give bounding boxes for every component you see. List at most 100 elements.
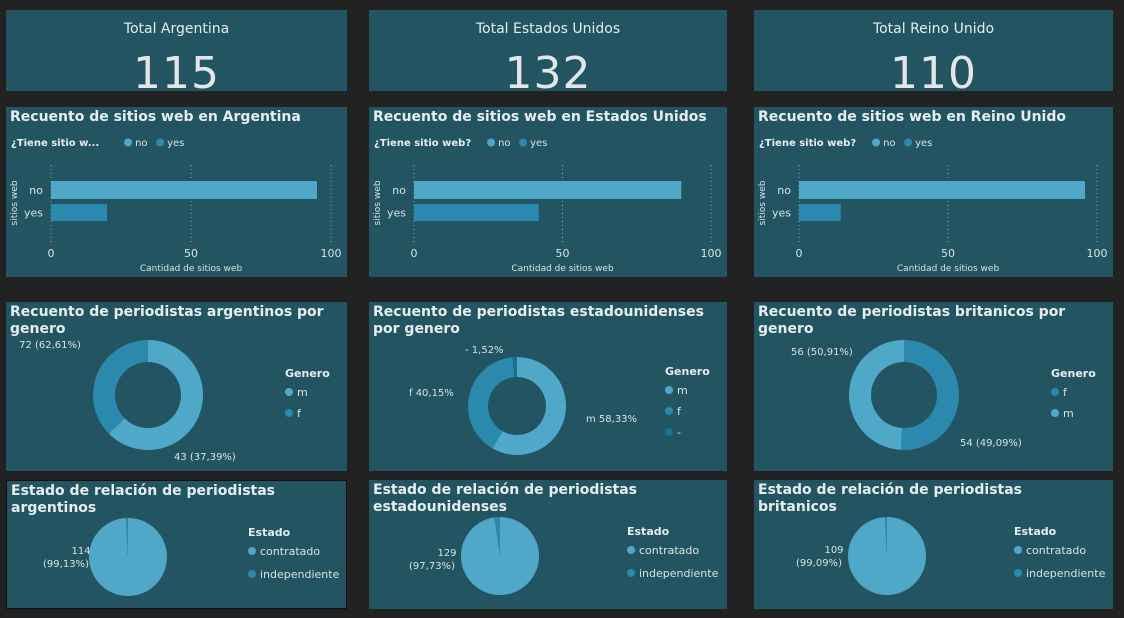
- data-label-f: f 40,15%: [409, 388, 454, 399]
- legend-marker-yes: [519, 138, 528, 147]
- legend-label-contratado: contratado: [639, 544, 699, 557]
- bar-chart-argentina[interactable]: Recuento de sitios web en Argentina ¿Tien…: [6, 107, 347, 277]
- pie-slice-contratado: [89, 518, 168, 596]
- legend-title: ¿Tiene sitio web?: [374, 138, 471, 149]
- legend-label-yes: yes: [530, 138, 547, 149]
- data-label-percent: (99,09%): [796, 558, 842, 569]
- data-label-m: 54 (49,09%): [960, 438, 1022, 449]
- legend-marker-contratado: [248, 547, 256, 555]
- data-label-value: 109: [824, 545, 843, 556]
- legend-title: Estado: [1014, 525, 1057, 538]
- legend-marker-contratado: [627, 546, 635, 554]
- x-tick-label: 0: [411, 247, 418, 260]
- x-tick-label: 100: [701, 247, 722, 260]
- legend-label-yes: yes: [167, 138, 184, 149]
- x-tick-label: 50: [184, 247, 198, 260]
- pie-chart-argentina[interactable]: Estado de relación de periodistas argent…: [6, 480, 347, 609]
- bar-chart-estados-unidos[interactable]: Recuento de sitios web en Estados Unidos…: [369, 107, 727, 277]
- kpi-title: Total Argentina: [123, 21, 230, 37]
- kpi-value: 110: [890, 48, 977, 91]
- legend-label-f: f: [297, 407, 302, 420]
- bar-yes: [414, 204, 539, 221]
- legend-title: Estado: [627, 525, 670, 538]
- data-label-blank: - 1,52%: [465, 345, 504, 356]
- y-tick-label: no: [29, 184, 43, 197]
- chart-svg: 129 (97,73%) Estado contratado independiente: [409, 517, 719, 595]
- kpi-value: 115: [133, 48, 220, 91]
- legend-marker-m: [665, 386, 673, 394]
- kpi-card-argentina[interactable]: Total Argentina 115: [6, 10, 347, 91]
- legend-label-independiente: independiente: [639, 567, 719, 580]
- legend-marker-no: [487, 138, 496, 147]
- chart-svg: m 58,33% f 40,15% - 1,52% Genero mf -: [409, 345, 710, 455]
- data-label-m: 72 (62,61%): [19, 340, 81, 351]
- legend-marker-blank: [665, 428, 673, 436]
- legend-label-independiente: independiente: [1026, 567, 1106, 580]
- data-label-f: 56 (50,91%): [791, 347, 853, 358]
- legend-label-yes: yes: [915, 138, 932, 149]
- donut-chart-argentina[interactable]: Recuento de periodistas argentinos por g…: [6, 302, 347, 471]
- legend-marker-f: [665, 407, 673, 415]
- y-tick-label: yes: [387, 207, 406, 220]
- bar-yes: [51, 204, 107, 221]
- pie-slice-m: [849, 340, 904, 450]
- x-tick-label: 0: [48, 247, 55, 260]
- y-tick-label: no: [777, 184, 791, 197]
- legend-label-no: no: [498, 138, 510, 149]
- y-axis-title: sitios web: [10, 180, 20, 225]
- x-tick-label: 50: [941, 247, 955, 260]
- bar-chart-reino-unido[interactable]: Recuento de sitios web en Reino Unido ¿Ti…: [754, 107, 1113, 277]
- y-tick-label: yes: [24, 207, 43, 220]
- pie-chart-reino-unido[interactable]: Estado de relación de periodistas britan…: [754, 480, 1113, 609]
- y-tick-label: no: [392, 184, 406, 197]
- bar-no: [799, 181, 1086, 199]
- legend-marker-no: [872, 138, 881, 147]
- data-label-f: 43 (37,39%): [174, 452, 236, 463]
- kpi-title: Total Reino Unido: [872, 21, 995, 37]
- legend-label-blank: -: [677, 426, 681, 439]
- legend-marker-independiente: [1014, 569, 1022, 577]
- legend-label-independiente: independiente: [260, 568, 340, 581]
- legend-marker-m: [1051, 409, 1059, 417]
- y-axis-title: sitios web: [758, 180, 768, 225]
- bar-no: [414, 181, 682, 199]
- legend-label-no: no: [135, 138, 147, 149]
- legend-title: Genero: [665, 365, 710, 378]
- legend-label-m: m: [297, 386, 308, 399]
- chart-svg: ¿Tiene sitio web? no yes 0 50 100 no yes Cantida…: [373, 138, 722, 274]
- y-axis-title: sitios web: [373, 180, 383, 225]
- data-label-value: 129: [437, 548, 456, 559]
- chart-svg: ¿Tiene sitio w... no yes 0 50 100 no yes Cantida…: [10, 138, 342, 274]
- x-tick-label: 50: [556, 247, 570, 260]
- legend-marker-no: [124, 138, 133, 147]
- x-axis-title: Cantidad de sitios web: [897, 264, 1000, 274]
- legend-title: ¿Tiene sitio w...: [11, 138, 99, 149]
- legend-title: Estado: [248, 526, 291, 539]
- bar-yes: [799, 204, 841, 221]
- legend-marker-f: [1051, 388, 1059, 396]
- data-label-value: 114: [71, 546, 90, 557]
- kpi-card-reino-unido[interactable]: Total Reino Unido 110: [754, 10, 1113, 91]
- legend-marker-yes: [904, 138, 913, 147]
- donut-chart-estados-unidos[interactable]: Recuento de periodistas estadounidenses …: [369, 302, 727, 471]
- x-tick-label: 0: [796, 247, 803, 260]
- x-axis-title: Cantidad de sitios web: [511, 264, 614, 274]
- y-tick-label: yes: [772, 207, 791, 220]
- donut-chart-reino-unido[interactable]: Recuento de periodistas britanicos por g…: [754, 302, 1113, 471]
- legend-label-f: f: [677, 405, 682, 418]
- legend-marker-f: [285, 409, 293, 417]
- pie-chart-estados-unidos[interactable]: Estado de relación de periodistas estado…: [369, 480, 727, 609]
- bar-no: [51, 181, 317, 199]
- legend-title: Genero: [1051, 367, 1096, 380]
- data-label-percent: (97,73%): [409, 561, 455, 572]
- kpi-card-estados-unidos[interactable]: Total Estados Unidos 132: [369, 10, 727, 91]
- x-axis-title: Cantidad de sitios web: [140, 264, 243, 274]
- legend-title: ¿Tiene sitio web?: [759, 138, 856, 149]
- legend-marker-independiente: [627, 569, 635, 577]
- legend-title: Genero: [285, 367, 330, 380]
- x-tick-label: 100: [321, 247, 342, 260]
- legend-label-no: no: [883, 138, 895, 149]
- legend-label-contratado: contratado: [1026, 544, 1086, 557]
- legend-label-f: f: [1063, 386, 1068, 399]
- chart-svg: 56 (50,91%) 54 (49,09%) Genero fm: [791, 340, 1096, 450]
